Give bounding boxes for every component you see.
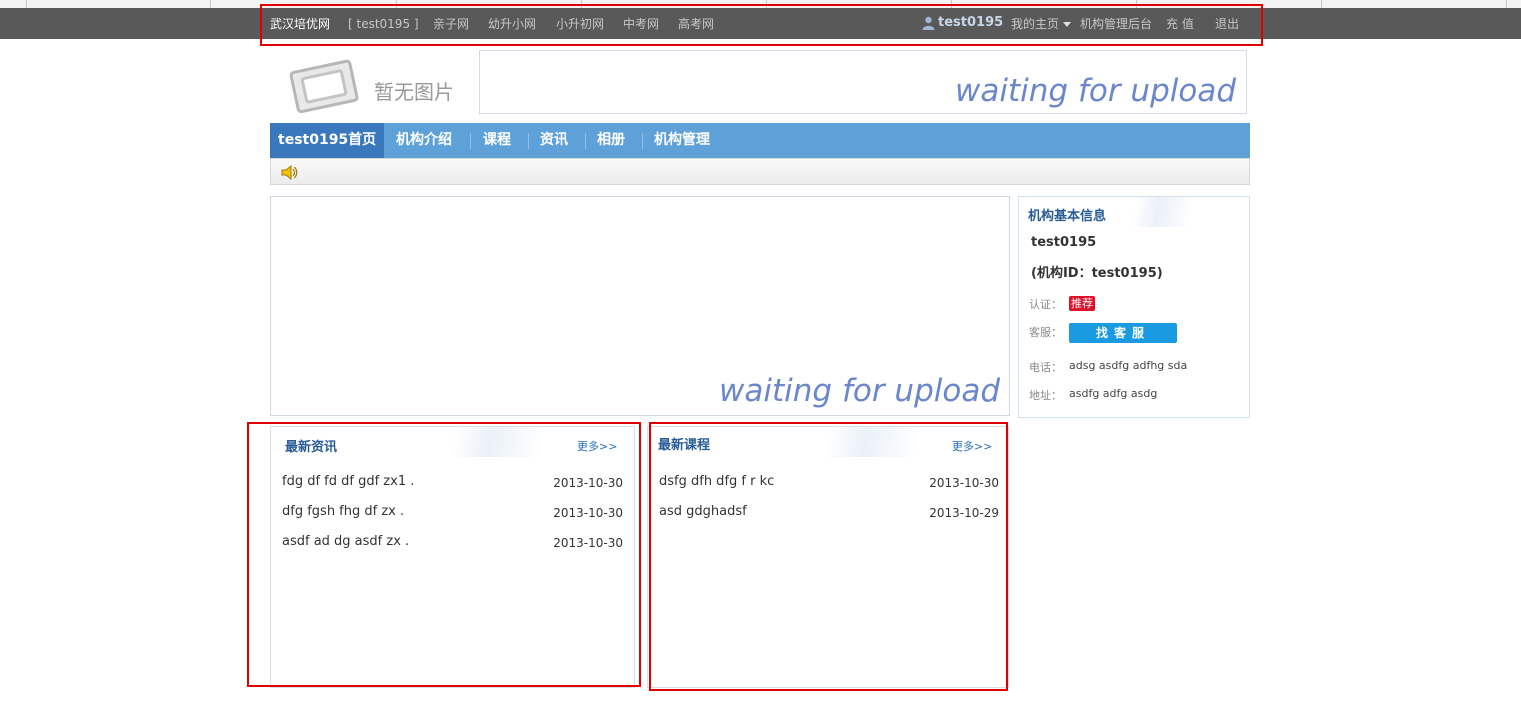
image-placeholder-icon	[289, 59, 359, 114]
speaker-icon	[281, 165, 298, 180]
news-item-title[interactable]: fdg df fd df gdf zx1 .	[282, 474, 414, 489]
recommend-badge: 推荐	[1069, 296, 1095, 311]
org-info-title: 机构基本信息	[1028, 209, 1107, 224]
latest-news-panel: 最新资讯 更多>> fdg df fd df gdf zx1 . 2013-10…	[270, 426, 635, 688]
org-id: (机构ID：test0195)	[1031, 266, 1163, 281]
notice-bar	[270, 158, 1250, 185]
courses-more-link[interactable]: 更多>>	[952, 438, 992, 454]
list-item[interactable]: fdg df fd df gdf zx1 . 2013-10-30	[282, 474, 623, 490]
latest-news-title: 最新资讯	[285, 440, 338, 455]
news-item-date: 2013-10-30	[553, 476, 623, 490]
nav-divider	[528, 133, 529, 149]
cert-label: 认证：	[1029, 298, 1062, 311]
tab-album[interactable]: 相册	[597, 123, 625, 158]
course-item-date: 2013-10-29	[929, 506, 999, 520]
news-item-date: 2013-10-30	[553, 536, 623, 550]
course-item-title[interactable]: dsfg dfh dfg f r kc	[659, 474, 774, 489]
tab-about[interactable]: 机构介绍	[396, 123, 452, 158]
header-banner: waiting for upload	[479, 50, 1247, 114]
nav-divider	[585, 133, 586, 149]
latest-courses-title: 最新课程	[658, 438, 711, 453]
recharge-link[interactable]: 充 值	[1166, 17, 1194, 31]
link-college-exam[interactable]: 高考网	[678, 17, 714, 31]
site-home-link[interactable]: 武汉培优网	[270, 17, 330, 31]
my-home-link[interactable]: 我的主页	[1011, 17, 1059, 31]
nav-divider	[642, 133, 643, 149]
news-item-date: 2013-10-30	[553, 506, 623, 520]
user-name-link[interactable]: test0195	[938, 16, 1003, 30]
user-icon	[922, 16, 935, 30]
contact-service-button[interactable]: 找客服	[1069, 323, 1177, 343]
slideshow-placeholder-text: waiting for upload	[719, 373, 1000, 409]
list-item[interactable]: asdf ad dg asdf zx . 2013-10-30	[282, 534, 623, 550]
org-name: test0195	[1031, 235, 1097, 250]
tab-news[interactable]: 资讯	[540, 123, 568, 158]
tab-org-management[interactable]: 机构管理	[654, 123, 710, 158]
link-middle-exam[interactable]: 中考网	[623, 17, 659, 31]
news-item-title[interactable]: dfg fgsh fhg df zx .	[282, 504, 404, 519]
list-item[interactable]: dsfg dfh dfg f r kc 2013-10-30	[659, 474, 999, 490]
news-more-link[interactable]: 更多>>	[577, 438, 617, 454]
slideshow[interactable]: waiting for upload	[270, 196, 1010, 416]
org-info-panel: 机构基本信息 test0195 (机构ID：test0195) 认证： 推荐 客…	[1018, 196, 1250, 418]
logo-placeholder-text: 暂无图片	[374, 80, 454, 104]
chevron-down-icon[interactable]	[1063, 22, 1071, 27]
logout-link[interactable]: 退出	[1215, 17, 1239, 31]
current-org-label: [ test0195 ]	[348, 17, 419, 31]
service-label: 客服：	[1029, 326, 1062, 339]
nav-divider	[470, 133, 471, 149]
top-bar: 武汉培优网 [ test0195 ] 亲子网 幼升小网 小升初网 中考网 高考网…	[0, 8, 1521, 39]
link-kindergarten[interactable]: 幼升小网	[488, 17, 536, 31]
phone-value: adsg asdfg adfhg sda	[1069, 359, 1188, 372]
list-item[interactable]: asd gdghadsf 2013-10-29	[659, 504, 999, 520]
address-value: asdfg adfg asdg	[1069, 387, 1158, 400]
banner-placeholder-text: waiting for upload	[955, 73, 1236, 109]
admin-link[interactable]: 机构管理后台	[1080, 17, 1152, 31]
tab-courses[interactable]: 课程	[483, 123, 511, 158]
address-label: 地址：	[1029, 389, 1062, 402]
org-logo: 暂无图片	[286, 54, 476, 118]
link-primary[interactable]: 小升初网	[556, 17, 604, 31]
list-item[interactable]: dfg fgsh fhg df zx . 2013-10-30	[282, 504, 623, 520]
latest-courses-panel: 最新课程 更多>> dsfg dfh dfg f r kc 2013-10-30…	[647, 426, 1009, 688]
news-item-title[interactable]: asdf ad dg asdf zx .	[282, 534, 409, 549]
tab-home[interactable]: test0195首页	[270, 123, 385, 158]
main-nav: test0195首页 机构介绍 课程 资讯 相册 机构管理	[270, 123, 1250, 158]
link-parenting[interactable]: 亲子网	[433, 17, 469, 31]
top-bar-inner: 武汉培优网 [ test0195 ] 亲子网 幼升小网 小升初网 中考网 高考网…	[270, 8, 1250, 39]
course-item-title[interactable]: asd gdghadsf	[659, 504, 747, 519]
phone-label: 电话：	[1029, 361, 1062, 374]
course-item-date: 2013-10-30	[929, 476, 999, 490]
